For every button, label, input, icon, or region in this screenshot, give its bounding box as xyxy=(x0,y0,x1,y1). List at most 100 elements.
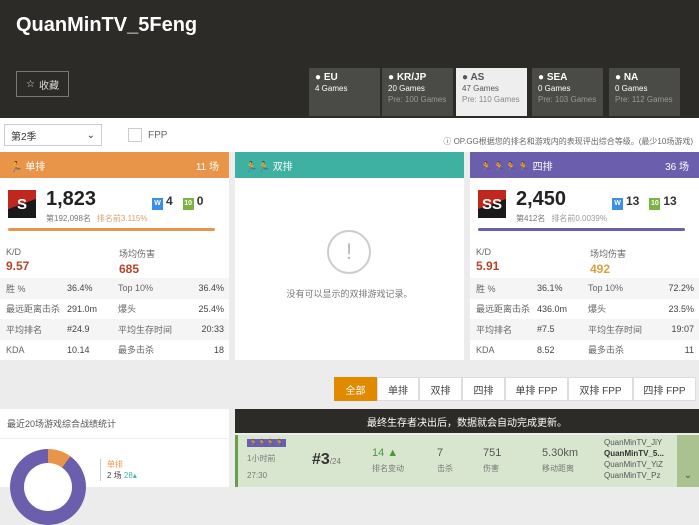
squad-kd_label: K/D xyxy=(476,247,492,257)
match-team-0: QuanMinTV_JiY xyxy=(604,438,663,447)
element: W 13 10 13 xyxy=(612,194,677,210)
region-tab-na[interactable]: ● NA 0 Games Pre: 112 Games xyxy=(609,68,680,116)
favorite-button[interactable]: ☆ 收藏 xyxy=(16,71,69,97)
squad-rows-3-1: 8.52 xyxy=(537,344,555,355)
squad-rows-3-2: 最多击杀 xyxy=(588,345,625,356)
element: W xyxy=(612,198,623,210)
element: W 13 xyxy=(612,194,639,210)
rank: 第192,098名 排名前3.115% xyxy=(46,213,147,224)
stats-title: 最近20场游戏综合战绩统计 xyxy=(0,409,229,439)
element: K/D 9.57 xyxy=(6,247,29,273)
runner-icon: 🏃🏃 xyxy=(245,161,270,173)
squad-rows-0-3: 72.2% xyxy=(668,283,694,294)
match-time: 1小时前 xyxy=(247,454,276,463)
element: KDA 10.14 最多击杀 18 xyxy=(0,340,229,361)
element xyxy=(24,463,72,511)
player-name: QuanMinTV_5Feng xyxy=(16,14,198,36)
squad-pct: 排名前0.0039% xyxy=(551,214,607,223)
element: 🏃🏃🏃🏃 四排 36 场 xyxy=(470,152,699,178)
region-tab-sea[interactable]: ● SEA 0 Games Pre: 103 Games xyxy=(532,68,603,116)
squad-rows-1-2: 爆头 xyxy=(588,304,607,315)
runner-icon: 🏃 xyxy=(10,161,23,173)
match-total: /24 xyxy=(329,457,341,466)
star-icon: ☆ xyxy=(26,78,35,90)
squad-wins: 13 xyxy=(626,194,640,208)
match-row[interactable]: 🏃🏃🏃🏃 1小时前 27:30 #3/24 14 ▲ 排名变动 7 击杀 751… xyxy=(235,435,699,487)
element: 平均排名 #7.5 平均生存时间 19:07 xyxy=(470,319,699,340)
mode-tab-duo-fpp[interactable]: 双排 FPP xyxy=(568,377,633,401)
mode-tab-duo[interactable]: 双排 xyxy=(419,377,462,401)
mode-tab-squad-fpp[interactable]: 四排 FPP xyxy=(633,377,696,401)
solo-kd_label: K/D xyxy=(6,247,22,257)
squad-title: 四排 xyxy=(532,161,553,173)
element: 🏃🏃🏃🏃 四排 xyxy=(480,158,553,173)
solo-card: 🏃 单排 11 场 S 1,823 第192,098名 排名前3.115% W 4 10… xyxy=(0,152,229,360)
element: 🏃 单排 11 场 xyxy=(0,152,229,178)
regions-2-name: AS xyxy=(470,72,485,83)
duo-title: 双排 xyxy=(272,161,293,173)
element: 最远距离击杀 291.0m 爆头 25.4% xyxy=(0,299,229,320)
squad-rows-2-2: 平均生存时间 xyxy=(588,324,643,335)
squad-mode-icon: 🏃🏃🏃🏃 xyxy=(247,439,286,447)
mode-tab-solo[interactable]: 单排 xyxy=(377,377,419,401)
solo-rows-3-0: KDA xyxy=(6,344,25,355)
season-select[interactable]: 第2季 ⌄ xyxy=(4,124,102,146)
element: 10 0 xyxy=(182,194,203,210)
squad-rank: 第412名 xyxy=(516,214,546,223)
squad-rows-2-1: #7.5 xyxy=(537,324,555,335)
chevron-down-icon: ⌄ xyxy=(86,129,95,141)
solo-rows-1-2: 爆头 xyxy=(118,304,137,315)
squad-rows-0-1: 36.1% xyxy=(537,283,563,294)
mode-tab-squad[interactable]: 四排 xyxy=(462,377,505,401)
match-team-2: QuanMinTV_YiZ xyxy=(604,460,663,469)
fpp_label: FPP xyxy=(148,129,168,141)
solo-kd: 9.57 xyxy=(6,259,30,273)
element: 胜 % 36.1% Top 10% 72.2% 最远距离击杀 436.0m 爆头 23.5%… xyxy=(470,278,699,360)
element: #3/24 xyxy=(312,451,341,469)
region-tab-eu[interactable]: ● EU 4 Games xyxy=(309,68,380,116)
element: ● AS xyxy=(462,72,485,83)
element: ● NA xyxy=(615,72,639,83)
region-tab-krjp[interactable]: ● KR/JP 20 Games Pre: 100 Games xyxy=(382,68,453,116)
mode-tab-all[interactable]: 全部 xyxy=(334,377,377,401)
favorite-label: 收藏 xyxy=(38,80,59,92)
solo-rank: 第192,098名 xyxy=(46,214,91,223)
solo-rows-1-3: 25.4% xyxy=(198,303,224,314)
squad-rows-1-3: 23.5% xyxy=(668,303,694,314)
update-banner: 最终生存者决出后，数据就会自动完成更新。 xyxy=(235,409,699,433)
regions-4-games: 0 Games xyxy=(615,84,648,93)
squad-dmg: 492 xyxy=(590,262,611,276)
fpp-checkbox[interactable]: FPP xyxy=(128,128,167,142)
stats-legend: 单排 2 场 28▴ xyxy=(100,459,137,481)
match-team-3: QuanMinTV_Pz xyxy=(604,471,661,480)
solo-rows-2-0: 平均排名 xyxy=(6,324,43,335)
rating: 1,823 xyxy=(46,188,97,210)
element: 胜 % 36.4% Top 10% 36.4% 最远距离击杀 291.0m 爆头 25.4%… xyxy=(0,278,229,360)
element: 胜 % 36.1% Top 10% 72.2% xyxy=(470,278,699,299)
element: ● EU xyxy=(315,72,338,83)
expand-chevron-icon[interactable]: ⌄ xyxy=(677,435,699,487)
regions-0-games: 4 Games xyxy=(315,84,348,93)
squad-games: 36 场 xyxy=(665,161,689,173)
solo-rows-0-2: Top 10% xyxy=(118,283,154,294)
squad-dmg_label: 场均伤害 xyxy=(590,249,627,259)
solo-dmg: 685 xyxy=(119,262,140,276)
rating-bar xyxy=(8,228,215,231)
squad-rows-2-3: 19:07 xyxy=(671,324,694,335)
empty-icon: ! xyxy=(327,230,371,274)
element: 10 xyxy=(182,198,194,210)
stats_legend-label: 单排 xyxy=(107,460,123,469)
regions-2-games: 47 Games xyxy=(462,84,499,93)
solo-rows-0-1: 36.4% xyxy=(67,283,93,294)
solo-dmg_label: 场均伤害 xyxy=(119,249,156,259)
match-team-1: QuanMinTV_5... xyxy=(604,449,665,458)
mode-tab-solo-fpp[interactable]: 单排 FPP xyxy=(505,377,568,401)
element xyxy=(128,128,142,142)
squad-rows-0-2: Top 10% xyxy=(588,283,624,294)
regions-1-pre: Pre: 100 Games xyxy=(388,95,447,104)
solo-rows-2-1: #24.9 xyxy=(67,324,90,335)
element: 2 场 28▴ xyxy=(107,470,137,481)
solo-rows-2-3: 20:33 xyxy=(201,324,224,335)
region-tab-as[interactable]: ● AS 47 Games Pre: 110 Games xyxy=(456,68,527,116)
solo-rows-3-3: 18 xyxy=(213,344,224,355)
